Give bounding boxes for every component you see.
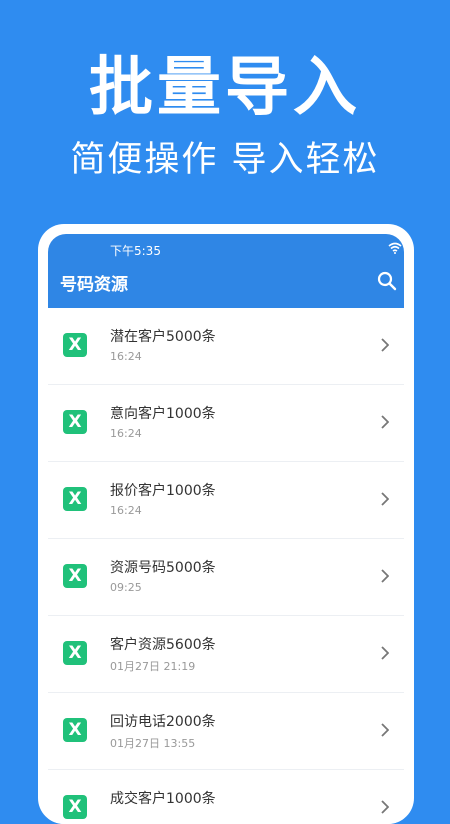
- hero-title: 批量导入: [89, 51, 361, 125]
- file-time: 01月27日 13:55: [110, 737, 196, 750]
- file-time: 01月27日 21:19: [110, 660, 196, 673]
- chevron-right-icon: [381, 415, 389, 429]
- list-item[interactable]: X 资源号码5000条 09:25: [48, 539, 404, 616]
- file-name: 回访电话2000条: [110, 714, 216, 730]
- list-item[interactable]: X 潜在客户5000条 16:24: [48, 308, 404, 385]
- wifi-icon: [388, 242, 402, 254]
- chevron-right-icon: [381, 646, 389, 660]
- phone-screen: 下午5:35 号码资源 X 潜在客户5000条 16:24 X 意向客户1000…: [48, 234, 404, 824]
- list-item[interactable]: X 意向客户1000条 16:24: [48, 385, 404, 462]
- excel-file-icon: X: [63, 718, 87, 742]
- phone-mockup: 下午5:35 号码资源 X 潜在客户5000条 16:24 X 意向客户1000…: [38, 224, 414, 824]
- chevron-right-icon: [381, 492, 389, 506]
- chevron-right-icon: [381, 569, 389, 583]
- list-item[interactable]: X 报价客户1000条 16:24: [48, 462, 404, 539]
- hero-subtitle: 简便操作 导入轻松: [70, 140, 380, 180]
- status-bar-time: 下午5:35: [110, 244, 161, 258]
- chevron-right-icon: [381, 338, 389, 352]
- chevron-right-icon: [381, 723, 389, 737]
- file-name: 潜在客户5000条: [110, 329, 216, 345]
- list-item[interactable]: X 成交客户1000条: [48, 770, 404, 824]
- file-name: 资源号码5000条: [110, 560, 216, 576]
- app-bar: 下午5:35 号码资源: [48, 234, 404, 308]
- file-time: 16:24: [110, 504, 142, 517]
- excel-file-icon: X: [63, 564, 87, 588]
- file-name: 成交客户1000条: [110, 791, 216, 807]
- file-time: 09:25: [110, 581, 142, 594]
- excel-file-icon: X: [63, 410, 87, 434]
- file-name: 意向客户1000条: [110, 406, 216, 422]
- excel-file-icon: X: [63, 333, 87, 357]
- excel-file-icon: X: [63, 487, 87, 511]
- file-list: X 潜在客户5000条 16:24 X 意向客户1000条 16:24 X 报价…: [48, 308, 404, 824]
- file-time: 16:24: [110, 427, 142, 440]
- search-icon[interactable]: [376, 270, 398, 292]
- app-title: 号码资源: [60, 275, 128, 295]
- excel-file-icon: X: [63, 795, 87, 819]
- list-item[interactable]: X 回访电话2000条 01月27日 13:55: [48, 693, 404, 770]
- list-item[interactable]: X 客户资源5600条 01月27日 21:19: [48, 616, 404, 693]
- chevron-right-icon: [381, 800, 389, 814]
- excel-file-icon: X: [63, 641, 87, 665]
- file-name: 报价客户1000条: [110, 483, 216, 499]
- file-time: 16:24: [110, 350, 142, 363]
- file-name: 客户资源5600条: [110, 637, 216, 653]
